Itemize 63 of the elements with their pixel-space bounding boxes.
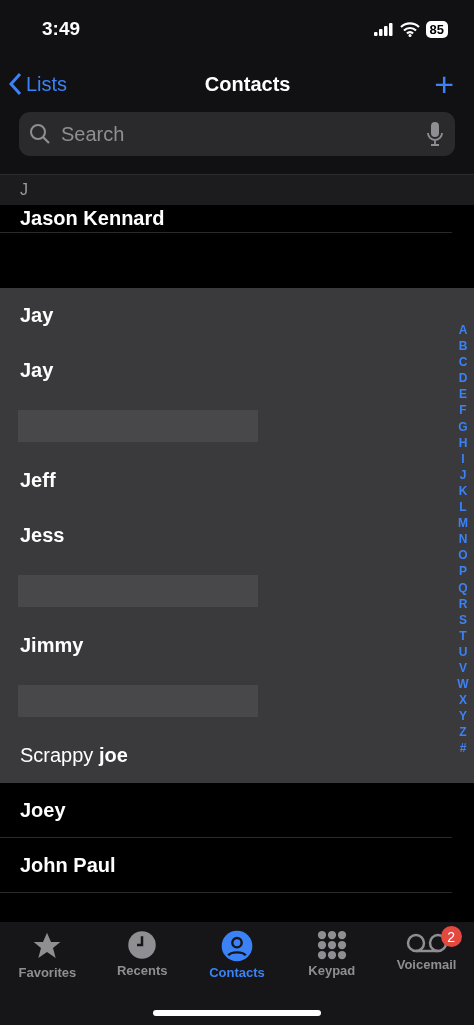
index-letter[interactable]: T xyxy=(459,627,467,644)
signal-icon xyxy=(373,22,394,36)
index-letter[interactable]: U xyxy=(458,643,468,660)
battery-level: 85 xyxy=(425,20,448,38)
nav-title: Contacts xyxy=(204,72,291,96)
index-letter[interactable]: H xyxy=(458,434,468,451)
index-letter[interactable]: B xyxy=(458,338,468,355)
search-bar[interactable]: Search xyxy=(19,112,455,156)
index-letter[interactable]: Y xyxy=(459,708,467,725)
contact-row[interactable]: Jeff xyxy=(0,453,452,508)
index-letter[interactable]: P xyxy=(459,563,467,580)
index-letter[interactable]: X xyxy=(459,692,467,709)
contact-row[interactable]: Jay xyxy=(0,343,452,398)
index-letter[interactable]: V xyxy=(459,659,467,677)
index-letter[interactable]: F xyxy=(459,402,467,419)
index-letter[interactable]: E xyxy=(459,386,467,403)
index-letter[interactable]: O xyxy=(458,547,468,564)
back-button[interactable]: Lists xyxy=(8,72,68,96)
contact-row[interactable]: Jay xyxy=(0,288,452,343)
index-letter[interactable]: G xyxy=(458,418,468,435)
index-letter[interactable]: W xyxy=(457,676,469,693)
contact-row[interactable]: Scrappy joe xyxy=(0,728,452,783)
index-letter[interactable]: I xyxy=(461,450,465,467)
contact-row[interactable]: Jimmy xyxy=(0,618,452,673)
index-letter[interactable]: D xyxy=(458,370,468,387)
index-letter[interactable]: C xyxy=(458,354,468,371)
contact-name: Jason Kennard xyxy=(20,207,165,230)
contact-name: Jeff xyxy=(20,469,56,492)
person-icon xyxy=(221,930,253,962)
contact-name: Jay xyxy=(20,359,54,382)
tab-item[interactable]: Contacts xyxy=(192,930,282,992)
contact-name: Scrappy joe xyxy=(20,744,128,767)
clock-icon xyxy=(127,930,158,960)
index-letter[interactable]: # xyxy=(459,740,467,757)
contact-name: Jay xyxy=(20,304,54,327)
index-letter[interactable]: L xyxy=(459,499,467,516)
keypad-icon xyxy=(316,930,347,960)
contact-name: Jess xyxy=(20,524,65,547)
add-button[interactable]: + xyxy=(428,67,460,101)
index-letter[interactable]: Z xyxy=(459,724,467,741)
index-letter[interactable]: J xyxy=(459,466,467,483)
search-field[interactable]: Search xyxy=(59,121,419,147)
index-letter[interactable]: S xyxy=(459,611,467,628)
tab-item[interactable]: Recents xyxy=(97,930,188,992)
contact-name: Joey xyxy=(20,798,66,822)
index-letter[interactable]: N xyxy=(458,531,468,548)
contact-name: John Paul xyxy=(20,853,116,877)
index-letter[interactable]: Q xyxy=(458,579,468,596)
index-letter[interactable]: M xyxy=(458,515,468,532)
tab-item[interactable]: Keypad xyxy=(286,930,377,992)
badge: 2 xyxy=(440,926,462,947)
status-time: 3:49 xyxy=(42,18,81,40)
section-letter: J xyxy=(20,181,28,199)
index-letter[interactable]: A xyxy=(458,322,468,339)
index-letter[interactable]: R xyxy=(458,595,468,612)
index-letter[interactable]: K xyxy=(458,482,468,500)
contact-name: Jimmy xyxy=(20,634,84,657)
contact-row[interactable]: Jess xyxy=(0,508,452,563)
wifi-icon xyxy=(399,21,420,37)
microphone-icon[interactable] xyxy=(427,121,443,147)
chevron-left-icon xyxy=(8,72,22,96)
search-icon xyxy=(29,123,51,145)
tab-item[interactable]: Favorites xyxy=(2,930,93,992)
